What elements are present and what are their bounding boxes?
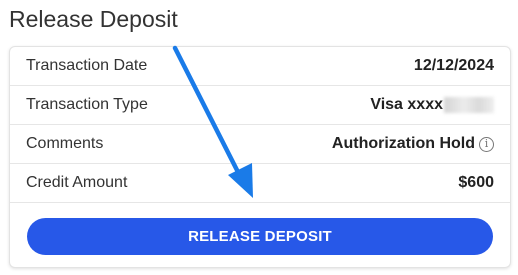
comments-row: Comments Authorization Hold i (10, 125, 510, 164)
transaction-date-label: Transaction Date (26, 57, 148, 74)
transaction-type-label: Transaction Type (26, 96, 148, 113)
comments-value: Authorization Hold (331, 135, 475, 152)
credit-amount-row: Credit Amount $600 (10, 164, 510, 203)
comments-label: Comments (26, 135, 104, 152)
release-deposit-button[interactable]: RELEASE DEPOSIT (27, 218, 493, 255)
deposit-details-card: Transaction Date 12/12/2024 Transaction … (9, 46, 511, 268)
transaction-type-value-group: Visa xxxx (370, 96, 494, 114)
transaction-type-value: Visa xxxx (370, 96, 443, 113)
info-icon[interactable]: i (479, 136, 494, 152)
transaction-type-row: Transaction Type Visa xxxx (10, 86, 510, 125)
transaction-date-row: Transaction Date 12/12/2024 (10, 47, 510, 86)
transaction-date-value: 12/12/2024 (413, 57, 494, 74)
credit-amount-value: $600 (458, 174, 494, 191)
comments-value-group: Authorization Hold i (332, 135, 494, 153)
redacted-card-number (444, 97, 494, 113)
credit-amount-label: Credit Amount (26, 174, 128, 191)
page-title: Release Deposit (9, 6, 178, 32)
